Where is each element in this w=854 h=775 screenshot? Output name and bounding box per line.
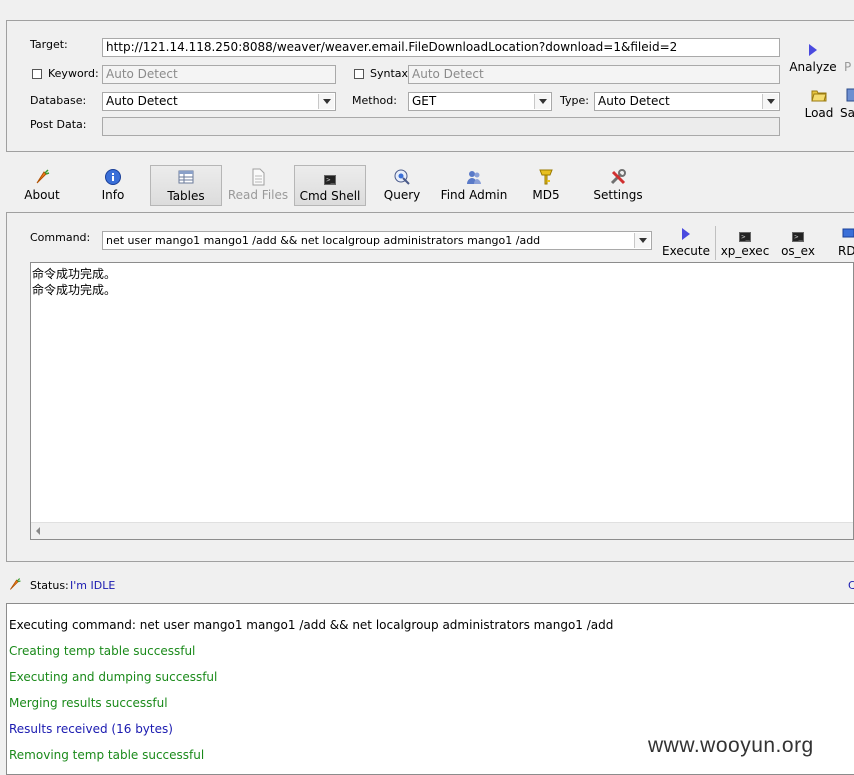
output-line: 命令成功完成。: [32, 267, 117, 281]
tools-icon: [588, 168, 648, 186]
keyword-input[interactable]: Auto Detect: [102, 65, 336, 84]
chevron-down-icon: [638, 238, 647, 243]
execute-label: Execute: [662, 244, 710, 258]
tab-tables[interactable]: Tables: [150, 165, 222, 206]
method-dropdown-button[interactable]: [534, 94, 550, 109]
carrot-icon: [8, 577, 22, 594]
syntax-input[interactable]: Auto Detect: [408, 65, 780, 84]
play-icon: [788, 42, 838, 58]
carrot-icon: [16, 168, 68, 186]
key-icon: [524, 168, 568, 186]
users-icon: [438, 168, 510, 186]
toolbar-separator: [715, 226, 716, 260]
database-select-value: Auto Detect: [106, 94, 178, 108]
watermark: www.wooyun.org: [648, 734, 814, 757]
type-select[interactable]: Auto Detect: [594, 92, 780, 111]
scroll-left-icon[interactable]: [36, 527, 40, 535]
syntax-label: Syntax:: [370, 67, 412, 80]
log-line: Merging results successful: [9, 696, 168, 710]
status-right-text: C: [848, 579, 854, 592]
log-line: Creating temp table successful: [9, 644, 196, 658]
table-icon: [151, 169, 221, 187]
keyword-label: Keyword:: [48, 67, 99, 80]
file-icon: [226, 168, 290, 186]
folder-icon: [800, 88, 838, 104]
tab-about-label: About: [24, 188, 60, 202]
chevron-down-icon: [322, 99, 331, 104]
tab-about[interactable]: About: [16, 168, 68, 204]
save-icon: [846, 88, 854, 104]
tab-find-admin-label: Find Admin: [440, 188, 508, 202]
analyze-button[interactable]: Analyze: [788, 42, 838, 74]
tab-info[interactable]: Info: [88, 168, 138, 204]
method-label: Method:: [352, 94, 397, 107]
monitor-icon: [842, 226, 854, 242]
tab-tables-label: Tables: [167, 189, 205, 203]
chevron-down-icon: [766, 99, 775, 104]
command-output[interactable]: 命令成功完成。 命令成功完成。: [30, 262, 854, 540]
tab-cmd-shell-label: Cmd Shell: [299, 189, 361, 203]
load-label: Load: [804, 106, 834, 120]
pause-button[interactable]: P: [844, 60, 854, 74]
tab-info-label: Info: [101, 188, 125, 202]
command-select[interactable]: net user mango1 mango1 /add && net local…: [102, 231, 652, 250]
target-label: Target:: [30, 38, 68, 51]
query-icon: [378, 168, 426, 186]
post-data-label: Post Data:: [30, 118, 87, 131]
log-line: Results received (16 bytes): [9, 722, 173, 736]
chevron-down-icon: [538, 99, 547, 104]
info-icon: [88, 168, 138, 186]
log-line: Removing temp table successful: [9, 748, 205, 762]
command-input[interactable]: net user mango1 mango1 /add && net local…: [106, 234, 540, 247]
post-data-input[interactable]: [102, 117, 780, 136]
tab-md5-label: MD5: [532, 188, 560, 202]
syntax-checkbox[interactable]: [354, 69, 364, 79]
output-line: 命令成功完成。: [32, 283, 117, 297]
keyword-checkbox[interactable]: [32, 69, 42, 79]
status-label: Status:: [30, 579, 69, 592]
tab-find-admin[interactable]: Find Admin: [438, 168, 510, 204]
method-select[interactable]: GET: [408, 92, 552, 111]
execute-button[interactable]: Execute: [662, 226, 710, 258]
tab-settings[interactable]: Settings: [588, 168, 648, 204]
analyze-label: Analyze: [789, 60, 837, 74]
terminal-icon: >_: [739, 232, 751, 242]
save-label: Sa: [840, 106, 854, 120]
rdp-button[interactable]: RD: [838, 226, 854, 258]
rdp-label: RD: [838, 244, 854, 258]
method-select-value: GET: [412, 94, 437, 108]
terminal-icon: >_: [324, 175, 336, 185]
pause-label: P: [844, 60, 852, 74]
tab-cmd-shell[interactable]: >_ Cmd Shell: [294, 165, 366, 206]
tab-settings-label: Settings: [593, 188, 643, 202]
type-label: Type:: [560, 94, 589, 107]
type-select-value: Auto Detect: [598, 94, 670, 108]
tab-read-files[interactable]: Read Files: [226, 168, 290, 204]
tab-read-files-label: Read Files: [227, 188, 289, 202]
xp-exec-button[interactable]: >_ xp_exec: [720, 226, 770, 258]
target-url-input[interactable]: http://121.14.118.250:8088/weaver/weaver…: [102, 38, 780, 57]
xp-exec-label: xp_exec: [720, 244, 770, 258]
load-button[interactable]: Load: [800, 88, 838, 120]
log-line: Executing command: net user mango1 mango…: [9, 618, 614, 632]
os-exec-label: os_ex: [781, 244, 815, 258]
command-label: Command:: [30, 231, 91, 244]
play-icon: [662, 226, 710, 242]
database-dropdown-button[interactable]: [318, 94, 334, 109]
log-line: Executing and dumping successful: [9, 670, 218, 684]
os-exec-button[interactable]: >_ os_ex: [778, 226, 818, 258]
horizontal-scrollbar[interactable]: [31, 522, 853, 539]
tab-query[interactable]: Query: [378, 168, 426, 204]
save-button[interactable]: Sa: [840, 88, 854, 120]
database-select[interactable]: Auto Detect: [102, 92, 336, 111]
tab-md5[interactable]: MD5: [524, 168, 568, 204]
command-dropdown-button[interactable]: [634, 233, 650, 248]
tab-query-label: Query: [383, 188, 421, 202]
status-value: I'm IDLE: [70, 579, 116, 592]
type-dropdown-button[interactable]: [762, 94, 778, 109]
database-label: Database:: [30, 94, 87, 107]
terminal-icon: >_: [792, 232, 804, 242]
